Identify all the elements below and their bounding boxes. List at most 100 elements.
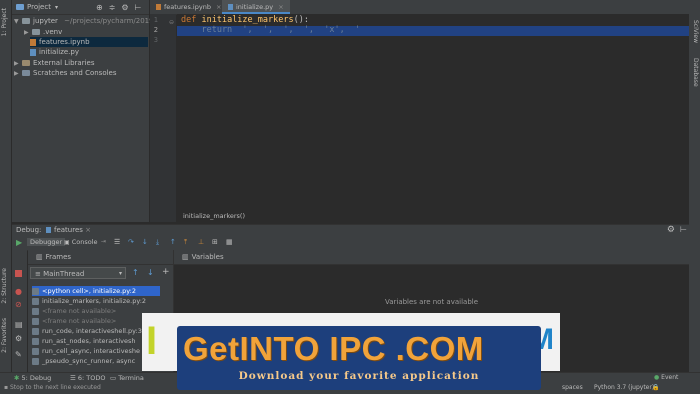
- add-icon[interactable]: +: [162, 267, 170, 277]
- tree-item-scratches[interactable]: ▶ Scratches and Consoles: [14, 68, 117, 78]
- tab-label: initialize.py: [236, 3, 274, 11]
- tab-console[interactable]: ▣ Console: [64, 238, 98, 246]
- frame-label: run_code, interactiveshell.py:3: [42, 327, 142, 335]
- gear-icon[interactable]: ⚙: [667, 225, 675, 235]
- debug-tool-tab[interactable]: ✱ 5: Debug: [14, 374, 51, 382]
- frame-label: <python cell>, initialize.py:2: [42, 287, 136, 295]
- project-view-selector[interactable]: Project: [27, 3, 51, 11]
- fold-marker-icon[interactable]: ⊖: [169, 19, 174, 26]
- tree-item-venv[interactable]: ▶ .venv: [24, 27, 62, 37]
- variables-title: ▥ Variables: [174, 250, 689, 265]
- view-breakpoints-icon[interactable]: ●: [15, 287, 22, 296]
- interpreter-selector[interactable]: Python 3.7 (jupyter): [594, 384, 654, 391]
- folder-icon: [22, 18, 30, 24]
- step-into-icon[interactable]: ↓: [142, 238, 148, 246]
- step-over-icon[interactable]: ↷: [128, 238, 134, 246]
- status-message-text: Stop to the next line executed: [10, 384, 101, 391]
- hide-icon[interactable]: ⊢: [135, 3, 142, 12]
- database-tool-tab[interactable]: Database: [692, 58, 699, 87]
- structure-tool-tab[interactable]: 2: Structure: [1, 268, 8, 304]
- show-execution-point-icon[interactable]: ☰: [114, 238, 120, 246]
- code-punctuation: ():: [293, 15, 309, 25]
- project-header: Project ▾ ⊕ ≑ ⚙ ⊢: [12, 0, 149, 15]
- variables-icon: ▥: [182, 253, 189, 261]
- lock-icon[interactable]: 🔒: [652, 384, 659, 391]
- frame-row[interactable]: run_code, interactiveshell.py:3: [32, 326, 142, 336]
- tab-features-ipynb[interactable]: features.ipynb ×: [150, 0, 227, 14]
- close-icon[interactable]: ×: [278, 3, 283, 11]
- tab-initialize-py[interactable]: initialize.py ×: [222, 0, 290, 14]
- tree-item-label: jupyter: [33, 17, 58, 25]
- editor-gutter: 1 2 3 ⊖: [150, 14, 176, 222]
- terminal-tool-tab[interactable]: ▭ Termina: [110, 374, 144, 382]
- tree-item-initialize-py[interactable]: initialize.py: [30, 47, 79, 57]
- tree-item-features-ipynb[interactable]: features.ipynb: [30, 37, 148, 47]
- gear-icon[interactable]: ⚙: [121, 3, 128, 12]
- pin-icon[interactable]: ✎: [15, 350, 22, 359]
- gear-icon[interactable]: ⚙: [15, 334, 22, 343]
- chevron-down-icon[interactable]: ▾: [55, 4, 58, 11]
- stop-icon[interactable]: [15, 270, 22, 277]
- frame-row-selected[interactable]: <python cell>, initialize.py:2: [32, 286, 160, 296]
- debug-toolbar: ▶ Debugger ▣ Console ⇥ ☰ ↷ ↓ ⤓ ↑ ⤒ ⊥ ⊞ ▦: [12, 236, 689, 251]
- run-to-cursor-icon[interactable]: ⤒: [184, 238, 187, 247]
- folder-icon: [32, 29, 40, 35]
- expand-arrow-icon[interactable]: ▶: [14, 69, 22, 79]
- close-icon[interactable]: ×: [216, 3, 221, 11]
- rerun-icon[interactable]: ▶: [16, 238, 22, 247]
- evaluate-icon[interactable]: ⊥: [198, 238, 204, 246]
- step-out-icon[interactable]: ↑: [170, 238, 176, 246]
- frame-row[interactable]: _pseudo_sync_runner, async: [32, 356, 135, 366]
- tree-item-label: features.ipynb: [39, 38, 90, 46]
- expand-arrow-icon[interactable]: ▼: [14, 17, 22, 27]
- debug-side-actions: ● ⊘ ▤ ⚙ ✎: [12, 250, 27, 372]
- line-number: 2: [153, 26, 158, 34]
- tab-debugger[interactable]: Debugger: [27, 238, 66, 246]
- tree-item-external-libraries[interactable]: ▶ External Libraries: [14, 58, 95, 68]
- thread-selector[interactable]: ≡ MainThread ▾: [30, 267, 126, 279]
- hide-panel-icon[interactable]: ⊢: [680, 225, 687, 234]
- tab-label: features.ipynb: [164, 3, 211, 11]
- frame-row[interactable]: <frame not available>: [32, 306, 116, 316]
- indent-setting[interactable]: spaces: [562, 384, 583, 391]
- frame-label: <frame not available>: [42, 317, 117, 325]
- tree-item-label: .venv: [43, 28, 63, 36]
- arrow-up-icon[interactable]: ↑: [132, 268, 139, 277]
- close-icon[interactable]: ×: [85, 226, 91, 234]
- frame-row[interactable]: <frame not available>: [32, 316, 116, 326]
- watermark-tagline: Download your favorite application: [238, 370, 480, 382]
- tree-item-label: initialize.py: [39, 48, 79, 56]
- event-log-icon: ●: [654, 374, 660, 381]
- project-tool-tab[interactable]: 1: Project: [1, 8, 8, 36]
- project-panel: Project ▾ ⊕ ≑ ⚙ ⊢ ▼ jupyter ~/projects/py…: [12, 0, 160, 222]
- tree-item-label: External Libraries: [33, 59, 95, 67]
- terminal-icon: ▭: [110, 374, 117, 382]
- table-view-icon[interactable]: ▦: [226, 238, 233, 246]
- collapse-icon[interactable]: ≑: [109, 3, 116, 12]
- event-log[interactable]: ● Event: [654, 374, 678, 381]
- breadcrumb[interactable]: initialize_markers(): [177, 211, 695, 222]
- layout-icon[interactable]: ▤: [15, 320, 23, 329]
- frame-icon: [32, 307, 39, 315]
- frame-row[interactable]: run_cell_async, interactiveshe: [32, 346, 140, 356]
- event-log-label: Event: [661, 374, 679, 381]
- keyword: def: [181, 15, 197, 25]
- frame-row[interactable]: initialize_markers, initialize.py:2: [32, 296, 146, 306]
- todo-tool-tab[interactable]: ☰ 6: TODO: [70, 374, 106, 382]
- pin-icon[interactable]: ⇥: [101, 238, 106, 245]
- right-tool-stripe: SciView Database: [689, 0, 700, 372]
- sciview-tool-tab[interactable]: SciView: [692, 20, 699, 43]
- tree-item-jupyter[interactable]: ▼ jupyter ~/projects/pycharm/2019...: [14, 16, 160, 26]
- globe-icon[interactable]: ⊕: [96, 3, 103, 12]
- mute-breakpoints-icon[interactable]: ⊘: [15, 300, 22, 309]
- code-editor[interactable]: def initialize_markers(): return ', ', '…: [177, 14, 689, 222]
- debug-run-config[interactable]: features ×: [46, 226, 91, 234]
- evaluate-expression-icon[interactable]: ⊞: [212, 238, 218, 246]
- favorites-tool-tab[interactable]: 2: Favorites: [1, 318, 8, 353]
- debug-run-config-label: features: [54, 226, 83, 234]
- step-into-my-code-icon[interactable]: ⤓: [156, 238, 159, 247]
- python-file-icon: [46, 227, 51, 233]
- arrow-down-icon[interactable]: ↓: [147, 268, 154, 277]
- tree-item-label: Scratches and Consoles: [33, 69, 117, 77]
- frame-row[interactable]: run_ast_nodes, interactivesh: [32, 336, 135, 346]
